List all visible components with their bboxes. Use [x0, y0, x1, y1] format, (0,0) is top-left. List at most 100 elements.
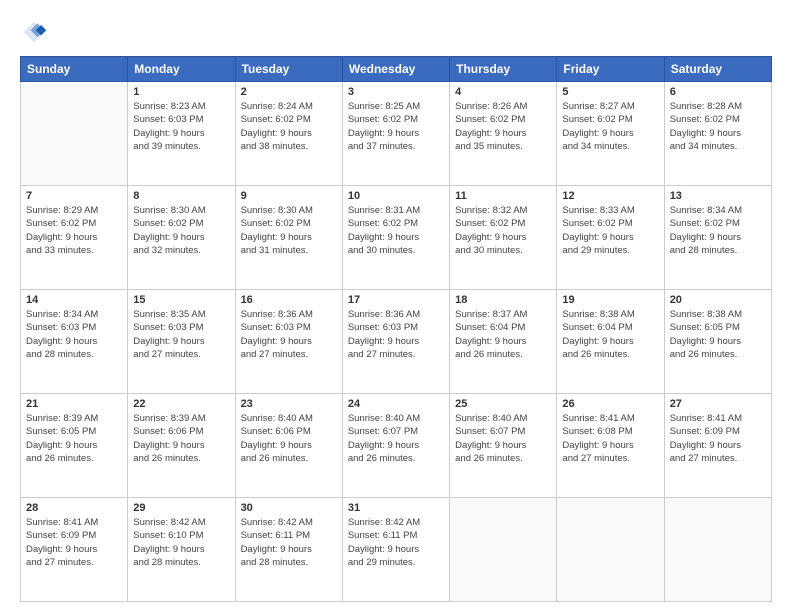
- day-number: 3: [348, 86, 444, 98]
- weekday-header-row: SundayMondayTuesdayWednesdayThursdayFrid…: [21, 57, 772, 82]
- day-cell: 29 Sunrise: 8:42 AM Sunset: 6:10 PM Dayli…: [128, 498, 235, 602]
- day-info: Sunrise: 8:28 AM Sunset: 6:02 PM Dayligh…: [670, 100, 766, 153]
- day-cell: 3 Sunrise: 8:25 AM Sunset: 6:02 PM Daylig…: [342, 82, 449, 186]
- day-cell: 1Sunrise: 8:23 AM Sunset: 6:03 PM Daylig…: [128, 82, 235, 186]
- day-cell: 12 Sunrise: 8:33 AM Sunset: 6:02 PM Dayli…: [557, 186, 664, 290]
- page: SundayMondayTuesdayWednesdayThursdayFrid…: [0, 0, 792, 612]
- day-cell: [450, 498, 557, 602]
- day-number: 2: [241, 86, 337, 98]
- day-number: 8: [133, 190, 229, 202]
- day-info: Sunrise: 8:34 AM Sunset: 6:03 PM Dayligh…: [26, 308, 122, 361]
- day-info: Sunrise: 8:42 AM Sunset: 6:11 PM Dayligh…: [241, 516, 337, 569]
- week-row-5: 28Sunrise: 8:41 AM Sunset: 6:09 PM Dayli…: [21, 498, 772, 602]
- weekday-header-saturday: Saturday: [664, 57, 771, 82]
- logo-icon: [20, 18, 48, 46]
- day-cell: 26Sunrise: 8:41 AM Sunset: 6:08 PM Dayli…: [557, 394, 664, 498]
- day-number: 31: [348, 502, 444, 514]
- week-row-1: 1Sunrise: 8:23 AM Sunset: 6:03 PM Daylig…: [21, 82, 772, 186]
- day-number: 22: [133, 398, 229, 410]
- day-cell: 16 Sunrise: 8:36 AM Sunset: 6:03 PM Dayli…: [235, 290, 342, 394]
- day-info: Sunrise: 8:39 AM Sunset: 6:05 PM Dayligh…: [26, 412, 122, 465]
- day-cell: 10 Sunrise: 8:31 AM Sunset: 6:02 PM Dayli…: [342, 186, 449, 290]
- weekday-header-wednesday: Wednesday: [342, 57, 449, 82]
- day-info: Sunrise: 8:26 AM Sunset: 6:02 PM Dayligh…: [455, 100, 551, 153]
- logo: [20, 18, 52, 46]
- day-cell: 17 Sunrise: 8:36 AM Sunset: 6:03 PM Dayli…: [342, 290, 449, 394]
- day-cell: [557, 498, 664, 602]
- day-number: 6: [670, 86, 766, 98]
- day-number: 21: [26, 398, 122, 410]
- day-cell: 8 Sunrise: 8:30 AM Sunset: 6:02 PM Daylig…: [128, 186, 235, 290]
- day-info: Sunrise: 8:34 AM Sunset: 6:02 PM Dayligh…: [670, 204, 766, 257]
- day-number: 5: [562, 86, 658, 98]
- header: [20, 18, 772, 46]
- day-info: Sunrise: 8:41 AM Sunset: 6:09 PM Dayligh…: [26, 516, 122, 569]
- day-cell: 25Sunrise: 8:40 AM Sunset: 6:07 PM Dayli…: [450, 394, 557, 498]
- week-row-2: 7 Sunrise: 8:29 AM Sunset: 6:02 PM Daylig…: [21, 186, 772, 290]
- day-number: 26: [562, 398, 658, 410]
- day-cell: 22Sunrise: 8:39 AM Sunset: 6:06 PM Dayli…: [128, 394, 235, 498]
- day-cell: 2Sunrise: 8:24 AM Sunset: 6:02 PM Daylig…: [235, 82, 342, 186]
- weekday-header-monday: Monday: [128, 57, 235, 82]
- day-number: 11: [455, 190, 551, 202]
- calendar-table: SundayMondayTuesdayWednesdayThursdayFrid…: [20, 56, 772, 602]
- day-cell: 27 Sunrise: 8:41 AM Sunset: 6:09 PM Dayli…: [664, 394, 771, 498]
- day-cell: 20Sunrise: 8:38 AM Sunset: 6:05 PM Dayli…: [664, 290, 771, 394]
- day-info: Sunrise: 8:32 AM Sunset: 6:02 PM Dayligh…: [455, 204, 551, 257]
- day-cell: 6 Sunrise: 8:28 AM Sunset: 6:02 PM Daylig…: [664, 82, 771, 186]
- day-number: 16: [241, 294, 337, 306]
- weekday-header-sunday: Sunday: [21, 57, 128, 82]
- day-cell: [664, 498, 771, 602]
- day-info: Sunrise: 8:33 AM Sunset: 6:02 PM Dayligh…: [562, 204, 658, 257]
- day-cell: 30 Sunrise: 8:42 AM Sunset: 6:11 PM Dayli…: [235, 498, 342, 602]
- day-number: 19: [562, 294, 658, 306]
- day-number: 4: [455, 86, 551, 98]
- day-info: Sunrise: 8:38 AM Sunset: 6:05 PM Dayligh…: [670, 308, 766, 361]
- day-info: Sunrise: 8:35 AM Sunset: 6:03 PM Dayligh…: [133, 308, 229, 361]
- day-info: Sunrise: 8:40 AM Sunset: 6:07 PM Dayligh…: [348, 412, 444, 465]
- day-number: 29: [133, 502, 229, 514]
- day-info: Sunrise: 8:29 AM Sunset: 6:02 PM Dayligh…: [26, 204, 122, 257]
- day-cell: 11 Sunrise: 8:32 AM Sunset: 6:02 PM Dayli…: [450, 186, 557, 290]
- weekday-header-thursday: Thursday: [450, 57, 557, 82]
- day-info: Sunrise: 8:42 AM Sunset: 6:10 PM Dayligh…: [133, 516, 229, 569]
- day-cell: 28Sunrise: 8:41 AM Sunset: 6:09 PM Dayli…: [21, 498, 128, 602]
- day-info: Sunrise: 8:36 AM Sunset: 6:03 PM Dayligh…: [348, 308, 444, 361]
- day-info: Sunrise: 8:36 AM Sunset: 6:03 PM Dayligh…: [241, 308, 337, 361]
- day-number: 15: [133, 294, 229, 306]
- day-cell: 14 Sunrise: 8:34 AM Sunset: 6:03 PM Dayli…: [21, 290, 128, 394]
- week-row-3: 14 Sunrise: 8:34 AM Sunset: 6:03 PM Dayli…: [21, 290, 772, 394]
- weekday-header-friday: Friday: [557, 57, 664, 82]
- day-cell: 18 Sunrise: 8:37 AM Sunset: 6:04 PM Dayli…: [450, 290, 557, 394]
- day-info: Sunrise: 8:27 AM Sunset: 6:02 PM Dayligh…: [562, 100, 658, 153]
- day-info: Sunrise: 8:25 AM Sunset: 6:02 PM Dayligh…: [348, 100, 444, 153]
- weekday-header-tuesday: Tuesday: [235, 57, 342, 82]
- day-cell: [21, 82, 128, 186]
- day-info: Sunrise: 8:38 AM Sunset: 6:04 PM Dayligh…: [562, 308, 658, 361]
- day-number: 10: [348, 190, 444, 202]
- day-number: 30: [241, 502, 337, 514]
- day-cell: 21 Sunrise: 8:39 AM Sunset: 6:05 PM Dayli…: [21, 394, 128, 498]
- day-info: Sunrise: 8:41 AM Sunset: 6:09 PM Dayligh…: [670, 412, 766, 465]
- day-number: 17: [348, 294, 444, 306]
- day-number: 13: [670, 190, 766, 202]
- day-cell: 23Sunrise: 8:40 AM Sunset: 6:06 PM Dayli…: [235, 394, 342, 498]
- week-row-4: 21 Sunrise: 8:39 AM Sunset: 6:05 PM Dayli…: [21, 394, 772, 498]
- day-cell: 4 Sunrise: 8:26 AM Sunset: 6:02 PM Daylig…: [450, 82, 557, 186]
- day-number: 25: [455, 398, 551, 410]
- day-cell: 9Sunrise: 8:30 AM Sunset: 6:02 PM Daylig…: [235, 186, 342, 290]
- day-number: 18: [455, 294, 551, 306]
- day-info: Sunrise: 8:31 AM Sunset: 6:02 PM Dayligh…: [348, 204, 444, 257]
- day-number: 23: [241, 398, 337, 410]
- day-info: Sunrise: 8:37 AM Sunset: 6:04 PM Dayligh…: [455, 308, 551, 361]
- day-cell: 5 Sunrise: 8:27 AM Sunset: 6:02 PM Daylig…: [557, 82, 664, 186]
- day-cell: 24 Sunrise: 8:40 AM Sunset: 6:07 PM Dayli…: [342, 394, 449, 498]
- day-number: 24: [348, 398, 444, 410]
- day-number: 14: [26, 294, 122, 306]
- day-number: 7: [26, 190, 122, 202]
- day-info: Sunrise: 8:30 AM Sunset: 6:02 PM Dayligh…: [133, 204, 229, 257]
- day-cell: 15 Sunrise: 8:35 AM Sunset: 6:03 PM Dayli…: [128, 290, 235, 394]
- day-number: 12: [562, 190, 658, 202]
- day-number: 27: [670, 398, 766, 410]
- day-cell: 31Sunrise: 8:42 AM Sunset: 6:11 PM Dayli…: [342, 498, 449, 602]
